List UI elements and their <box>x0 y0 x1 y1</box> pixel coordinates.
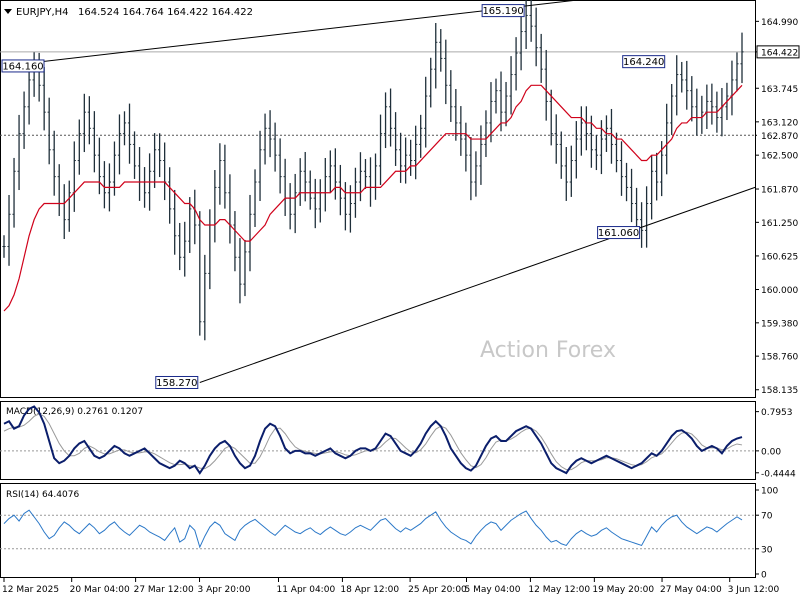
price-axis-label: 161.250 <box>761 219 798 229</box>
price-axis-label: 160.000 <box>761 286 798 296</box>
price-axis-label: 163.120 <box>761 118 798 128</box>
x-axis-label: 3 Apr 20:00 <box>198 585 251 595</box>
macd-axis-label: -0.4444 <box>761 469 796 479</box>
rsi-axis-label: 30 <box>761 545 773 555</box>
x-axis-label: 12 May 12:00 <box>528 585 590 595</box>
trendline <box>199 186 756 383</box>
chart-window[interactable]: Action Forex EURJPY,H4 164.524 164.764 1… <box>0 0 800 600</box>
rsi-line <box>3 509 743 549</box>
price-axis-label: 160.625 <box>761 252 798 262</box>
price-axis-label: 162.500 <box>761 152 798 162</box>
price-axis-label: 161.870 <box>761 186 798 196</box>
x-axis-label: 3 Jun 12:00 <box>728 585 780 595</box>
x-axis-label: 20 Mar 04:00 <box>70 585 130 595</box>
price-axis-label: 158.135 <box>761 386 798 396</box>
macd-axis-label: 0.7953 <box>761 408 793 418</box>
x-axis-label: 12 Mar 2025 <box>2 585 59 595</box>
rsi-axis-label: 70 <box>761 512 773 522</box>
price-axis-label: 158.760 <box>761 353 798 363</box>
x-axis-label: 27 Mar 12:00 <box>134 585 194 595</box>
price-annotation-label: 161.060 <box>598 228 639 239</box>
price-annotation-label: 164.240 <box>623 57 664 68</box>
chart-canvas[interactable]: Action Forex EURJPY,H4 164.524 164.764 1… <box>0 0 800 600</box>
chart-header-symbol: EURJPY,H4 <box>16 7 69 18</box>
price-axis-label: 159.380 <box>761 319 798 329</box>
x-axis-label: 11 Apr 04:00 <box>276 585 335 595</box>
price-axis-label: 163.745 <box>761 85 798 95</box>
rsi-title: RSI(14) 64.4076 <box>6 490 79 500</box>
rsi-axis-label: 0 <box>761 571 767 581</box>
header-triangle-icon <box>4 9 12 14</box>
price-axis-label: 162.870 <box>761 132 798 142</box>
price-annotation-label: 164.160 <box>2 61 43 72</box>
macd-axis-label: 0.00 <box>761 447 781 457</box>
x-axis-label: 19 May 20:00 <box>592 585 654 595</box>
price-annotation-label: 158.270 <box>156 378 197 389</box>
rsi-panel-frame <box>0 483 756 578</box>
macd-signal-line <box>3 413 743 471</box>
price-annotation-label: 165.190 <box>482 6 523 17</box>
x-axis-label: 5 May 04:00 <box>465 585 521 595</box>
price-axis-label: 164.422 <box>761 48 798 58</box>
x-axis-label: 27 May 04:00 <box>660 585 722 595</box>
price-axis-label: 164.990 <box>761 18 798 28</box>
rsi-axis-label: 100 <box>761 487 778 497</box>
x-axis-label: 25 Apr 20:00 <box>408 585 467 595</box>
chart-header-ohlc: 164.524 164.764 164.422 164.422 <box>78 7 253 18</box>
x-axis-label: 18 Apr 12:00 <box>340 585 399 595</box>
watermark-text: Action Forex <box>480 338 616 363</box>
